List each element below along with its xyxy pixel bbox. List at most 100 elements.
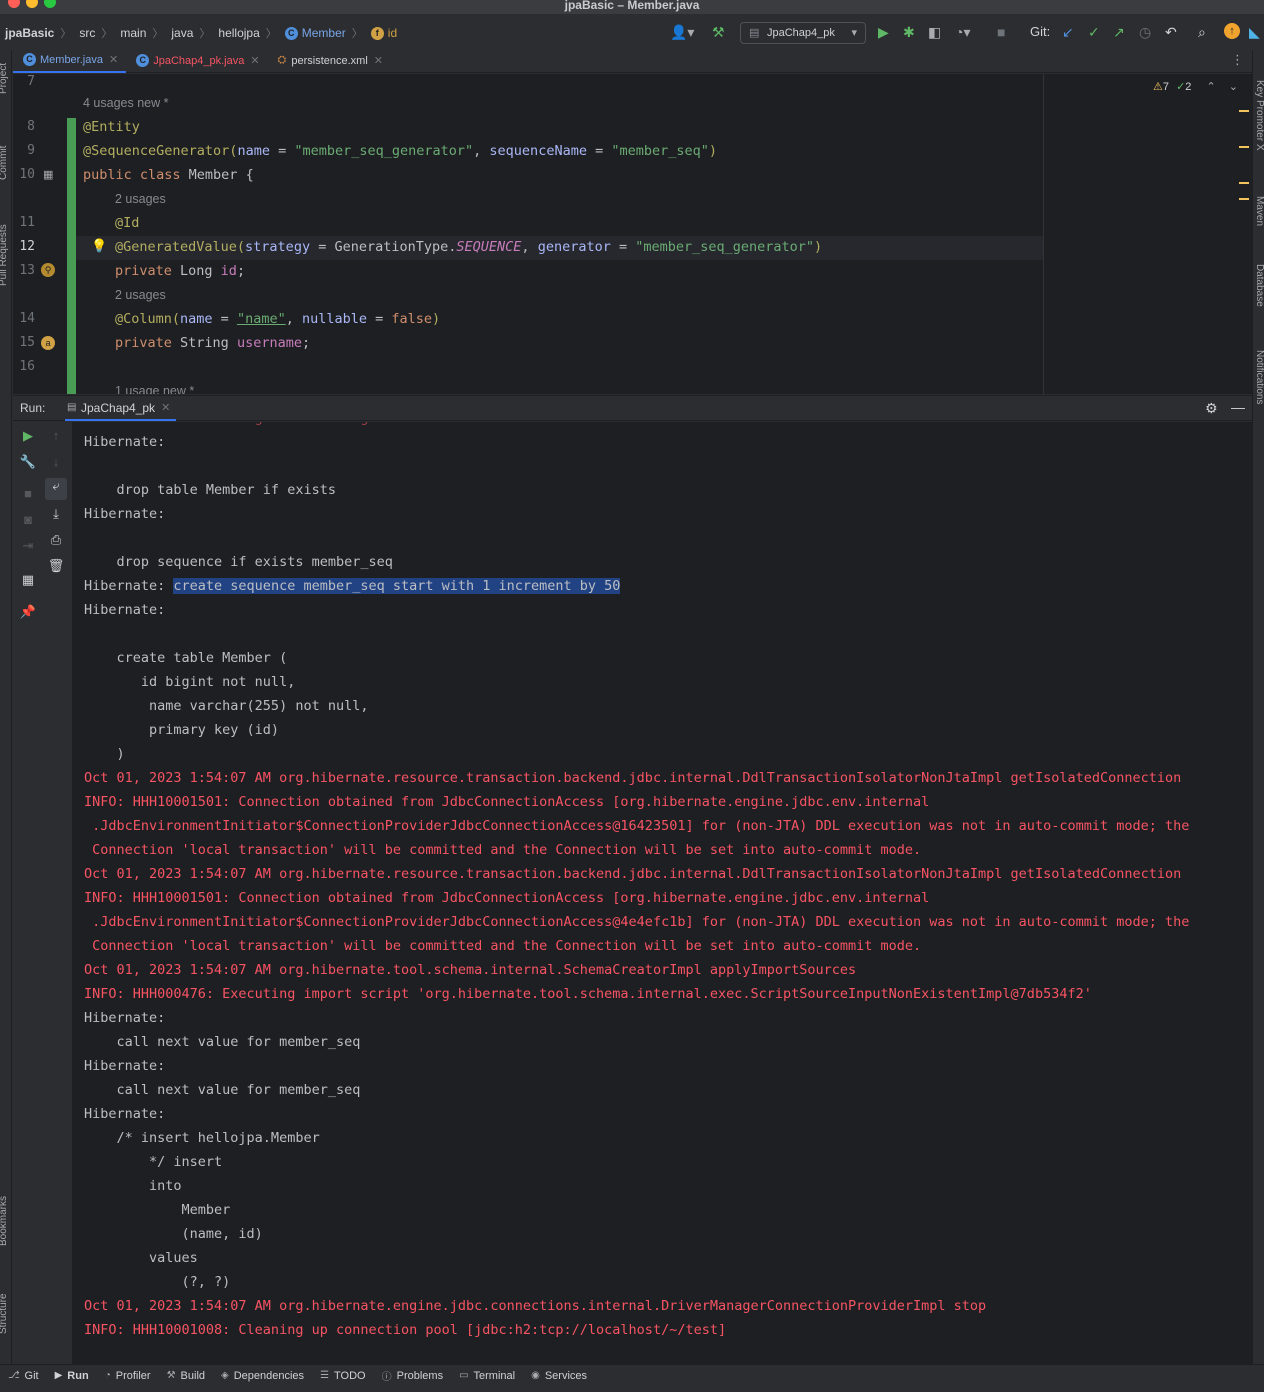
code-editor[interactable]: 7 8 9 10 11 12 13 14 15 16 ▦ ⚲ a 💡 4 usa… — [13, 74, 1252, 394]
tab-persistence-xml[interactable]: ⛭ persistence.xml ✕ — [268, 48, 391, 73]
search-icon[interactable]: ⌕ — [1198, 24, 1206, 40]
rollback-icon[interactable]: ↶ — [1165, 24, 1177, 40]
breadcrumb-hellojpa[interactable]: hellojpa — [218, 26, 259, 40]
editor-scroll-markers[interactable] — [1239, 110, 1249, 200]
wrench-icon[interactable]: 🔧 — [19, 454, 37, 470]
column-field-icon[interactable]: a — [41, 336, 55, 350]
close-icon[interactable]: ✕ — [161, 401, 170, 414]
usages-hint[interactable]: 4 usages new * — [83, 96, 168, 110]
breadcrumb-member[interactable]: C Member — [284, 26, 346, 40]
update-icon[interactable]: ↑ — [1224, 23, 1240, 39]
print-icon[interactable]: ⎙ — [47, 532, 65, 548]
usages-hint[interactable]: 2 usages — [115, 288, 166, 302]
trash-icon[interactable]: 🗑 — [47, 558, 65, 574]
rerun-icon[interactable]: ▶ — [19, 428, 37, 444]
breadcrumb-id[interactable]: f id — [370, 26, 397, 40]
usages-hint[interactable]: 2 usages — [115, 192, 166, 206]
structure-tool-tab[interactable]: Structure — [0, 1293, 9, 1334]
check-count: 2 — [1185, 81, 1192, 93]
console-line-partial: INFO: HHH000400: Using dialect: org.hibe… — [84, 422, 596, 426]
tab-member-java[interactable]: C Member.java ✕ — [13, 48, 127, 73]
exit-icon[interactable]: ⇥ — [19, 538, 37, 554]
console-line: Hibernate: create sequence member_seq st… — [84, 578, 621, 594]
console-line: ) — [84, 746, 125, 762]
maven-tool-tab[interactable]: Maven — [1254, 196, 1264, 226]
layout-icon[interactable]: ▦ — [19, 572, 37, 588]
coverage-icon[interactable]: ◧ — [928, 24, 941, 40]
stop-icon[interactable]: ■ — [19, 486, 37, 501]
run-tool-tab[interactable]: ▶ Run — [55, 1370, 89, 1382]
terminal-tool-tab[interactable]: ▭ Terminal — [459, 1370, 515, 1382]
console-line: /* insert hellojpa.Member — [84, 1130, 320, 1146]
run-config-icon: ▤ — [749, 27, 760, 39]
add-user-icon[interactable]: 👤▾ — [670, 24, 694, 40]
git-push-icon[interactable]: ↗ — [1113, 24, 1125, 40]
soft-wrap-icon[interactable]: ⤶ — [45, 478, 67, 500]
vcs-change-marker — [67, 118, 76, 394]
build-hammer-icon[interactable]: ⚒ — [712, 24, 725, 40]
stop-icon[interactable]: ■ — [997, 24, 1005, 40]
pin-icon[interactable]: 📌 — [19, 604, 37, 620]
git-commit-icon[interactable]: ✓ — [1088, 24, 1100, 40]
run-icon[interactable]: ▶ — [878, 24, 889, 40]
key-promoter-tool-tab[interactable]: Key Promoter X — [1254, 80, 1264, 151]
breadcrumb-separator-icon: 〉 — [351, 28, 363, 40]
run-tab-jpachap4-pk[interactable]: ▤ JpaChap4_pk ✕ — [65, 396, 177, 421]
profiler-tool-tab[interactable]: ◔ Profiler — [105, 1370, 151, 1382]
breadcrumb-project[interactable]: jpaBasic — [5, 26, 54, 40]
plugin-icon[interactable]: ◣ — [1249, 24, 1260, 40]
line-number: 10 — [19, 167, 35, 182]
code-line-14: @Column(name = "name", nullable = false) — [115, 311, 441, 327]
close-icon[interactable]: ✕ — [250, 54, 259, 67]
git-update-icon[interactable]: ↙ — [1062, 24, 1074, 40]
camera-icon[interactable]: ◙ — [19, 512, 37, 527]
arrow-up-icon[interactable]: ↑ — [47, 428, 65, 443]
run-config-label: JpaChap4_pk — [767, 27, 835, 39]
usages-hint[interactable]: 1 usage new * — [115, 384, 194, 394]
dependencies-tool-tab[interactable]: ◈ Dependencies — [221, 1370, 304, 1382]
bottom-tool-bar: ⎇ Git ▶ Run ◔ Profiler ⚒ Build ◈ Dependencies… — [0, 1364, 1264, 1386]
chevron-down-icon[interactable]: ⌄ — [1229, 81, 1238, 93]
console-line: Oct 01, 2023 1:54:07 AM org.hibernate.to… — [84, 962, 857, 978]
breadcrumb-main[interactable]: main — [120, 26, 146, 40]
git-tool-tab[interactable]: ⎇ Git — [8, 1370, 39, 1382]
lightbulb-icon[interactable]: 💡 — [91, 238, 107, 254]
profile-icon[interactable]: ◔▾ — [955, 24, 970, 40]
project-tool-tab[interactable]: Project — [0, 63, 9, 94]
pull-requests-tool-tab[interactable]: Pull Requests — [0, 224, 9, 286]
history-icon[interactable]: ◷ — [1139, 24, 1151, 40]
problems-icon: ⓘ — [381, 1372, 392, 1383]
chevron-down-icon: ▾ — [851, 27, 857, 39]
arrow-down-icon[interactable]: ↓ — [47, 454, 65, 469]
notifications-tool-tab[interactable]: Notifications — [1254, 350, 1264, 404]
gear-icon[interactable]: ⚙ — [1205, 400, 1218, 417]
console-output[interactable]: INFO: HHH000400: Using dialect: org.hibe… — [72, 422, 1252, 1364]
console-line: */ insert — [84, 1154, 223, 1170]
build-tool-tab[interactable]: ⚒ Build — [167, 1370, 205, 1382]
database-table-icon[interactable]: ▦ — [43, 168, 53, 181]
commit-tool-tab[interactable]: Commit — [0, 146, 9, 180]
breadcrumb-java[interactable]: java — [171, 26, 193, 40]
bookmarks-tool-tab[interactable]: Bookmarks — [0, 1196, 9, 1246]
console-line: (?, ?) — [84, 1274, 231, 1290]
close-icon[interactable]: ✕ — [109, 53, 118, 66]
class-icon: C — [136, 54, 150, 67]
run-toolbar: ▶ ↑ 🔧 ↓ ■ ⤶ ◙ ⤓ ⇥ ⎙ 🗑 ▦ 📌 — [13, 422, 71, 1364]
todo-tool-tab[interactable]: ☰ TODO — [320, 1370, 366, 1382]
close-icon[interactable]: ✕ — [374, 54, 383, 67]
tab-jpachap4-pk-java[interactable]: C JpaChap4_pk.java ✕ — [126, 48, 267, 73]
database-tool-tab[interactable]: Database — [1254, 264, 1264, 307]
sequence-generator-icon[interactable]: ⚲ — [41, 263, 55, 277]
problems-tool-tab[interactable]: ⓘ Problems — [381, 1368, 443, 1384]
more-tabs-icon[interactable]: ⋮ — [1231, 52, 1244, 68]
scroll-to-end-icon[interactable]: ⤓ — [47, 506, 65, 522]
terminal-icon: ▭ — [459, 1370, 469, 1381]
breadcrumb-src[interactable]: src — [79, 26, 95, 40]
chevron-up-icon[interactable]: ⌃ — [1206, 81, 1215, 93]
services-tool-tab[interactable]: ◉ Services — [531, 1370, 587, 1382]
debug-icon[interactable]: ✱ — [903, 24, 915, 40]
minimize-panel-icon[interactable]: — — [1231, 399, 1245, 415]
console-line: drop sequence if exists member_seq — [84, 554, 393, 570]
run-configuration-select[interactable]: ▤ JpaChap4_pk ▾ — [740, 22, 866, 44]
inspection-widget[interactable]: ⚠7 ✓2 ⌃ ⌄ — [1153, 80, 1238, 93]
